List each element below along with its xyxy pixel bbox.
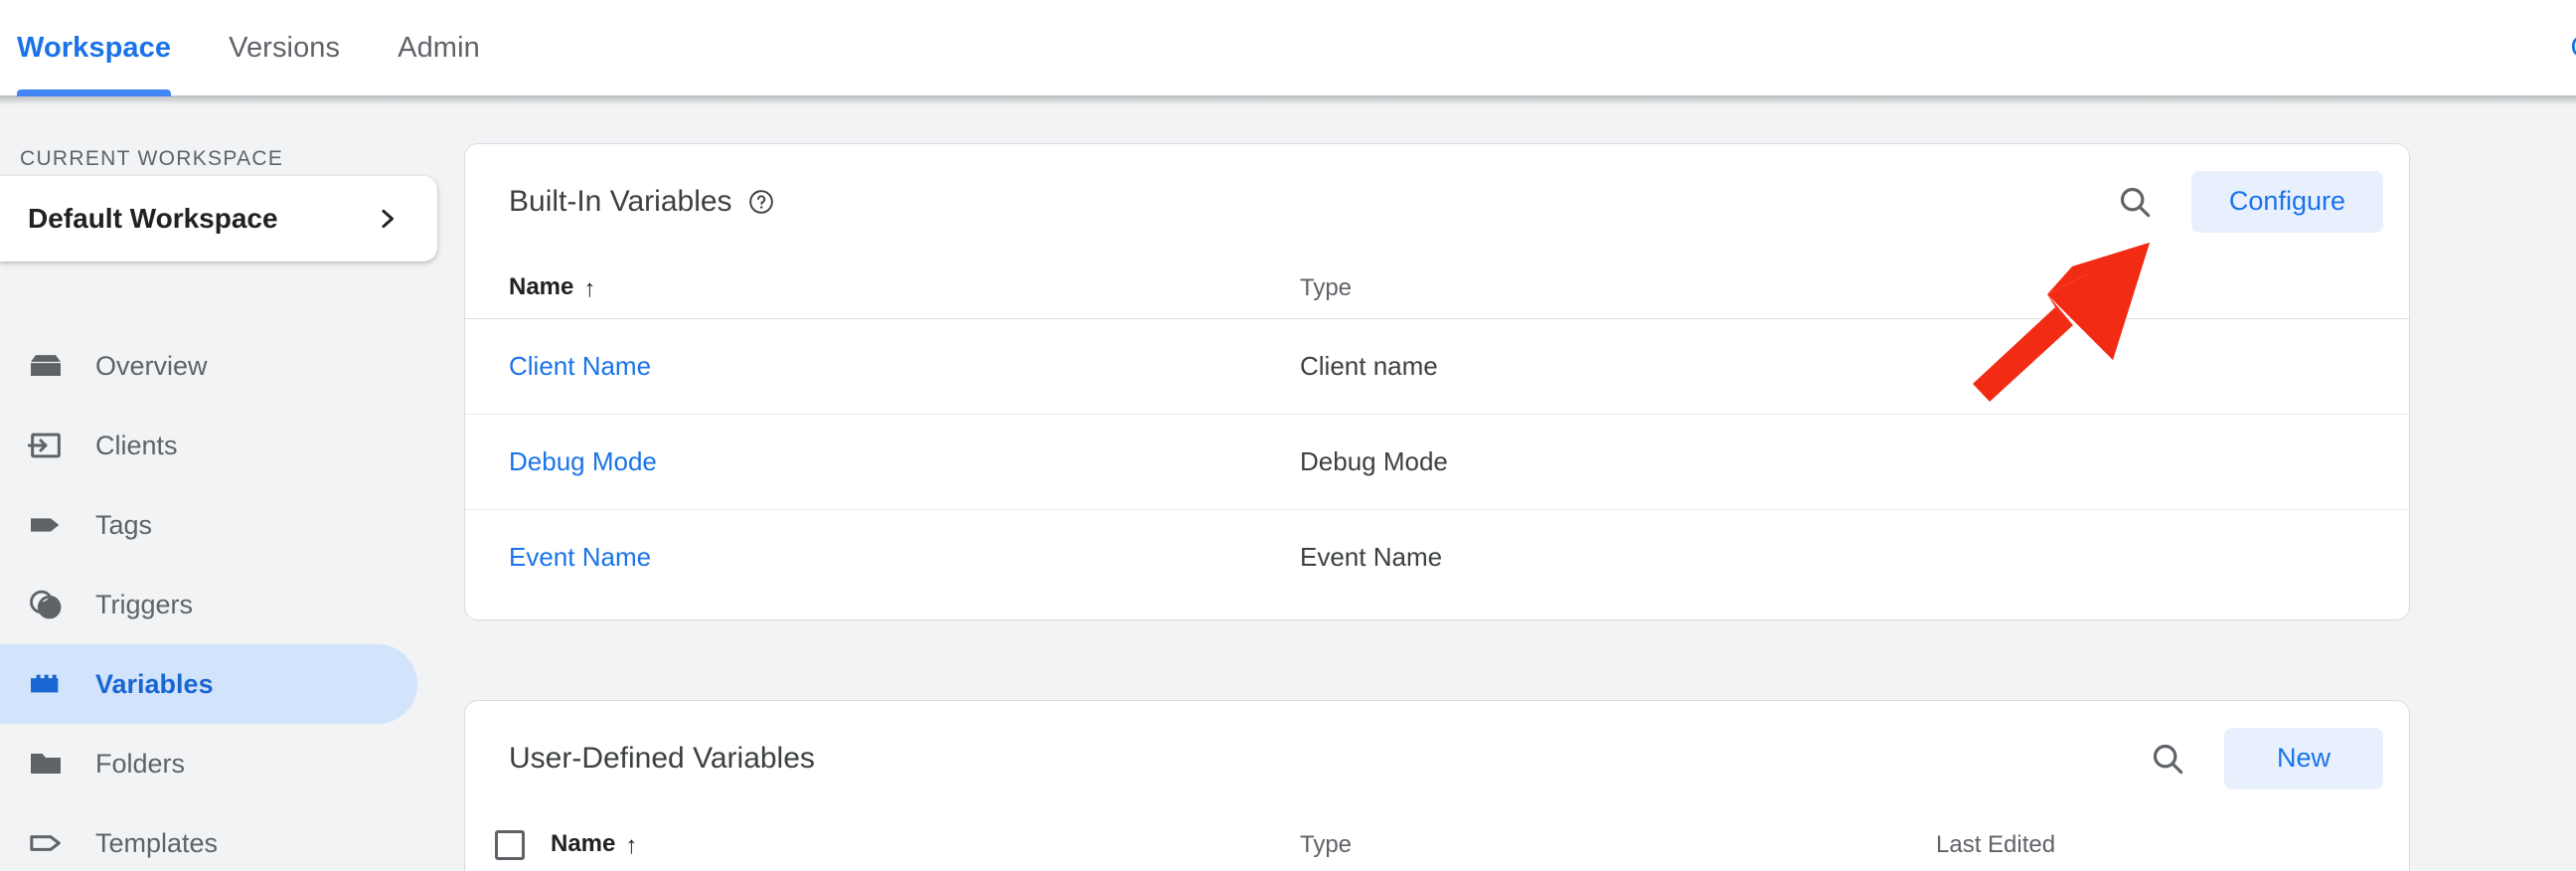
built-in-variables-actions: Configure [2114,170,2383,233]
column-header-last-edited[interactable]: Last Edited [1936,815,2409,871]
sort-asc-icon: ↑ [625,831,638,859]
table-row[interactable]: Event Name Event Name [465,509,2409,605]
variable-name-link[interactable]: Client Name [509,351,651,381]
variable-type-value: Event Name [1300,541,1443,572]
overview-box-icon [24,344,68,388]
triggers-circles-icon [24,583,68,626]
sidebar-nav: Overview Clients Tags Triggers Variables… [0,326,463,871]
top-header-right: GT [2570,0,2576,95]
new-variable-button[interactable]: New [2224,727,2383,789]
user-defined-variables-table: Name ↑ Type Last Edited [465,815,2409,871]
variables-brick-icon [24,662,68,706]
clients-arrow-in-box-icon [24,424,68,467]
column-header-type[interactable]: Type [1300,815,1936,871]
search-icon[interactable] [2147,738,2188,780]
variable-type-value: Debug Mode [1300,445,1448,476]
tab-admin-label: Admin [398,31,480,64]
search-icon[interactable] [2114,181,2156,223]
main-tabs: Workspace Versions Admin [17,0,538,96]
tab-workspace-label: Workspace [17,31,172,64]
variable-type-value: Client name [1300,350,1438,381]
sidebar-item-folders[interactable]: Folders [0,724,417,803]
workspace-name: Default Workspace [28,203,278,234]
column-header-name[interactable]: Name ↑ [465,259,1300,319]
user-defined-variables-card: User-Defined Variables New Name ↑ Type L… [464,700,2410,871]
column-header-name-label: Name [551,829,616,857]
template-outline-tag-icon [24,821,68,865]
user-defined-variables-header: User-Defined Variables New [465,701,2409,815]
sidebar-item-templates[interactable]: Templates [0,803,417,871]
sidebar-item-overview-label: Overview [95,350,208,381]
workspace-selector[interactable]: Default Workspace [0,176,437,261]
sidebar-item-templates-label: Templates [95,827,219,858]
left-sidebar: CURRENT WORKSPACE Default Workspace Over… [0,95,463,871]
column-header-last-edited-label: Last Edited [1936,830,2056,858]
chevron-right-icon [382,209,394,229]
sidebar-item-tags-label: Tags [95,509,153,540]
tag-filled-icon [24,503,68,547]
sidebar-item-triggers-label: Triggers [95,589,194,619]
gtm-variables-page: Workspace Versions Admin GT CURRENT WORK… [0,0,2576,871]
sidebar-item-variables-label: Variables [95,668,214,699]
sidebar-item-variables[interactable]: Variables [0,644,417,724]
gtm-container-id-partial[interactable]: GT [2570,31,2576,65]
column-header-name[interactable]: Name ↑ [551,815,1300,871]
select-all-checkbox-cell [465,815,551,871]
variable-name-link[interactable]: Event Name [509,542,651,572]
sidebar-item-triggers[interactable]: Triggers [0,565,417,644]
built-in-variables-table: Name ↑ Type Client Name Client name Debug… [465,259,2409,605]
variable-name-link[interactable]: Debug Mode [509,446,657,476]
tab-versions-label: Versions [229,31,341,64]
column-header-type-label: Type [1300,830,1353,858]
folder-filled-icon [24,742,68,785]
table-header-row: Name ↑ Type Last Edited [465,815,2409,871]
sidebar-item-tags[interactable]: Tags [0,485,417,565]
sidebar-section-label: CURRENT WORKSPACE [20,147,284,170]
sort-asc-icon: ↑ [583,274,596,302]
table-row[interactable]: Client Name Client name [465,318,2409,415]
column-header-type[interactable]: Type [1300,259,2409,319]
table-row[interactable]: Debug Mode Debug Mode [465,414,2409,510]
configure-button[interactable]: Configure [2190,170,2383,233]
user-defined-variables-actions: New [2147,727,2383,789]
built-in-variables-title: Built-In Variables [509,184,732,218]
column-header-type-label: Type [1300,273,1353,301]
select-all-checkbox[interactable] [495,829,525,860]
sidebar-item-folders-label: Folders [95,748,186,779]
main-content: Built-In Variables Configure Name ↑ Type… [463,95,2576,871]
sidebar-item-clients-label: Clients [95,430,178,460]
sidebar-item-clients[interactable]: Clients [0,406,417,485]
top-header-bar: Workspace Versions Admin GT [0,0,2576,96]
tab-admin[interactable]: Admin [398,0,480,95]
built-in-variables-header: Built-In Variables Configure [465,144,2409,259]
table-header-row: Name ↑ Type [465,259,2409,319]
tab-versions[interactable]: Versions [229,0,340,95]
built-in-variables-card: Built-In Variables Configure Name ↑ Type… [464,143,2410,620]
tab-workspace[interactable]: Workspace [17,0,172,96]
sidebar-item-overview[interactable]: Overview [0,326,417,406]
help-circle-icon[interactable] [748,189,774,215]
column-header-name-label: Name [509,272,574,300]
user-defined-variables-title: User-Defined Variables [509,741,815,775]
